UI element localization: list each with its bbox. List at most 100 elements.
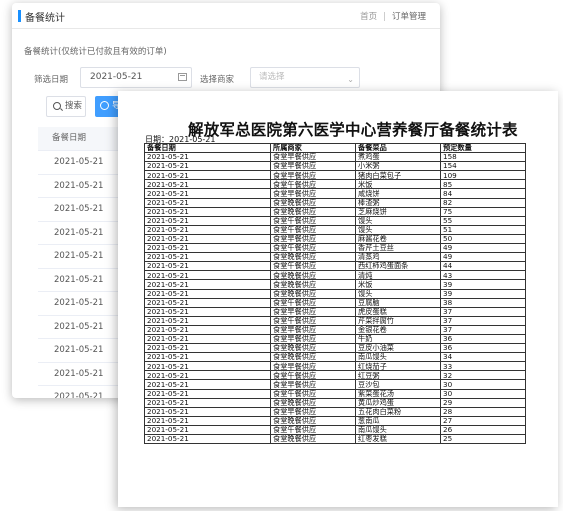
cell-vendor: 食堂午餐供应 (270, 370, 356, 381)
report-row: 2021-05-21 食堂早餐供应 咸烧饼 84 (144, 188, 526, 199)
cell-dish: 金银花卷 (355, 324, 441, 335)
cell-vendor: 食堂午餐供应 (270, 224, 356, 235)
cell-vendor: 食堂晚餐供应 (270, 343, 356, 354)
cell-date: 2021-05-21 (144, 306, 271, 317)
report-row: 2021-05-21 食堂早餐供应 豆沙包 30 (144, 379, 526, 390)
cell-dish: 豆腐脑 (355, 297, 441, 308)
cell-quantity: 49 (440, 252, 526, 263)
report-row: 2021-05-21 食堂早餐供应 牛奶 36 (144, 333, 526, 345)
cell-date: 2021-05-21 (144, 252, 271, 263)
report-row: 2021-05-21 食堂午餐供应 香芹土豆丝 49 (144, 243, 526, 254)
cell-quantity: 39 (440, 288, 526, 299)
date-filter-input[interactable]: 2021-05-21 (80, 67, 192, 88)
cell-date: 2021-05-21 (144, 206, 271, 217)
cell-dish: 米饭 (355, 279, 441, 290)
report-row: 2021-05-21 食堂晚餐供应 清蒸鸡 49 (144, 252, 526, 263)
cell-quantity: 75 (440, 206, 526, 217)
vendor-select[interactable]: 请选择 ⌄ (250, 67, 360, 88)
cell-dish: 小米粥 (355, 161, 441, 172)
cell-quantity: 38 (440, 297, 526, 308)
cell-vendor: 食堂早餐供应 (270, 161, 356, 172)
breadcrumb: 首页 | 订单管理 (360, 12, 426, 22)
cell-dish: 咸烧饼 (355, 188, 441, 199)
cell-quantity: 29 (440, 397, 526, 408)
cell-dish: 棒渣粥 (355, 197, 441, 208)
cell-dish: 南瓜馒头 (355, 352, 441, 363)
cell-dish: 五花肉白菜粉 (355, 406, 441, 417)
cell-dish: 馒头 (355, 224, 441, 235)
cell-quantity: 27 (440, 415, 526, 426)
cell-quantity: 30 (440, 379, 526, 390)
cell-vendor: 食堂午餐供应 (270, 243, 356, 254)
cell-quantity: 85 (440, 179, 526, 190)
cell-vendor: 食堂晚餐供应 (270, 352, 356, 363)
cell-vendor: 食堂早餐供应 (270, 170, 356, 181)
cell-vendor: 食堂晚餐供应 (270, 288, 356, 299)
cell-quantity: 28 (440, 406, 526, 417)
cell-quantity: 37 (440, 306, 526, 317)
cell-date: 2021-05-21 (144, 270, 271, 281)
report-row: 2021-05-21 食堂早餐供应 虎皮蛋糕 37 (144, 306, 526, 317)
search-button-label: 搜索 (65, 101, 83, 111)
cell-date: 2021-05-21 (144, 406, 271, 417)
vendor-filter-label: 选择商家 (200, 75, 235, 85)
report-title: 解放军总医院第六医学中心营养餐厅备餐统计表 (188, 120, 518, 139)
cell-vendor: 食堂午餐供应 (270, 297, 356, 308)
title-accent-bar (18, 10, 21, 22)
cell-date: 2021-05-21 (144, 179, 271, 190)
export-icon (100, 101, 109, 110)
cell-quantity: 36 (440, 333, 526, 345)
report-row: 2021-05-21 食堂午餐供应 芹菜拌腐竹 37 (144, 315, 526, 326)
report-row: 2021-05-21 食堂早餐供应 小米粥 154 (144, 161, 526, 172)
cell-quantity: 109 (440, 170, 526, 181)
cell-dish: 葱南瓜 (355, 415, 441, 426)
cell-vendor: 食堂晚餐供应 (270, 206, 356, 217)
cell-vendor: 食堂晚餐供应 (270, 433, 356, 445)
calendar-icon[interactable] (178, 73, 187, 81)
cell-date: 2021-05-21 (144, 324, 271, 335)
cell-dish: 豆沙包 (355, 379, 441, 390)
cell-quantity: 26 (440, 424, 526, 436)
search-button[interactable]: 搜索 (46, 96, 86, 117)
cell-vendor: 食堂晚餐供应 (270, 279, 356, 290)
cell-dish: 馒头 (355, 288, 441, 299)
date-filter-value: 2021-05-21 (90, 72, 143, 82)
cell-date: 2021-05-21 (144, 352, 271, 363)
cell-quantity: 32 (440, 370, 526, 381)
report-table: 备餐日期 所属商家 备餐菜品 预定数量 2021-05-21 食堂早餐供应 煮鸡蛋 1… (144, 142, 526, 445)
report-row: 2021-05-21 食堂早餐供应 猪肉白菜包子 109 (144, 170, 526, 181)
cell-vendor: 食堂晚餐供应 (270, 197, 356, 208)
cell-date: 2021-05-21 (144, 424, 271, 436)
cell-vendor: 食堂晚餐供应 (270, 415, 356, 426)
report-row: 2021-05-21 食堂早餐供应 煮鸡蛋 158 (144, 152, 526, 163)
cell-vendor: 食堂午餐供应 (270, 388, 356, 399)
cell-dish: 麻酱花卷 (355, 233, 441, 245)
report-row: 2021-05-21 食堂晚餐供应 红枣发糕 25 (144, 433, 526, 445)
cell-dish: 红烧茄子 (355, 361, 441, 372)
cell-vendor: 食堂早餐供应 (270, 152, 356, 163)
cell-vendor: 食堂午餐供应 (270, 424, 356, 436)
report-row: 2021-05-21 食堂午餐供应 紫菜蛋花汤 30 (144, 388, 526, 399)
cell-dish: 南瓜馒头 (355, 424, 441, 436)
cell-date: 2021-05-21 (144, 161, 271, 172)
report-row: 2021-05-21 食堂午餐供应 米饭 85 (144, 179, 526, 190)
cell-dish: 芹菜拌腐竹 (355, 315, 441, 326)
report-row: 2021-05-21 食堂晚餐供应 豆皮小油菜 36 (144, 343, 526, 354)
cell-quantity: 36 (440, 343, 526, 354)
cell-vendor: 食堂晚餐供应 (270, 397, 356, 408)
cell-date: 2021-05-21 (144, 333, 271, 345)
report-header-row: 备餐日期 所属商家 备餐菜品 预定数量 (144, 142, 526, 154)
cell-quantity: 50 (440, 233, 526, 245)
cell-vendor: 食堂午餐供应 (270, 315, 356, 326)
cell-vendor: 食堂晚餐供应 (270, 252, 356, 263)
breadcrumb-home-link[interactable]: 首页 (360, 12, 377, 22)
cell-dish: 红豆粥 (355, 370, 441, 381)
cell-quantity: 37 (440, 315, 526, 326)
cell-dish: 牛奶 (355, 333, 441, 345)
cell-quantity: 43 (440, 270, 526, 281)
chevron-down-icon: ⌄ (347, 75, 354, 84)
cell-quantity: 44 (440, 261, 526, 272)
cell-date: 2021-05-21 (144, 297, 271, 308)
cell-date: 2021-05-21 (144, 279, 271, 290)
cell-quantity: 39 (440, 279, 526, 290)
